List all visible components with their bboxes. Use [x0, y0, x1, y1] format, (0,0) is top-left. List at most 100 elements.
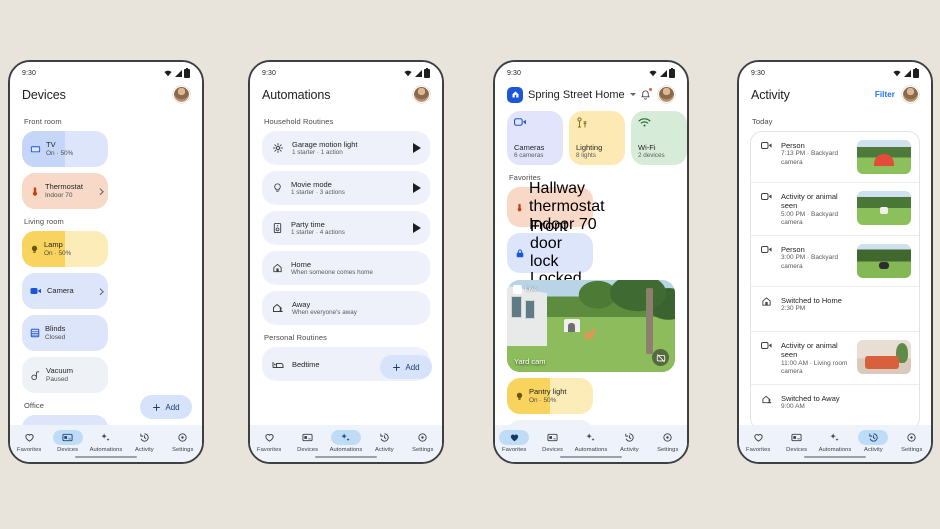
sidebar-item-favorites[interactable]: Favorites [251, 430, 287, 453]
camera-icon [760, 140, 773, 150]
category-card-lighting[interactable]: Lighting 8 lights [569, 111, 625, 165]
sidebar-item-devices[interactable]: Devices [50, 430, 86, 453]
device-tile-smart-plug[interactable]: Smart plug On [22, 415, 108, 425]
status-clock: 9:30 [507, 69, 522, 77]
activity-row[interactable]: Switched to Away 9:00 AM [751, 385, 919, 425]
gear-icon [653, 430, 683, 445]
device-tile-camera[interactable]: Camera [22, 273, 108, 309]
avatar[interactable] [173, 86, 190, 103]
home-selector[interactable]: Spring Street Home [507, 86, 636, 103]
nav-label-automations: Automations [574, 447, 608, 453]
play-icon[interactable] [413, 143, 421, 153]
heart-icon [254, 430, 284, 445]
sidebar-item-devices[interactable]: Devices [535, 430, 571, 453]
activity-text: Activity or animal seen 5:00 PM · Backya… [781, 192, 839, 226]
avatar[interactable] [658, 86, 675, 103]
avatar[interactable] [413, 86, 430, 103]
automation-row-movie-mode[interactable]: Movie mode 1 starter · 3 actions [262, 171, 430, 205]
activity-text: Person 7:13 PM · Backyard camera [781, 141, 839, 166]
sidebar-item-devices[interactable]: Devices [290, 430, 326, 453]
add-automation-button[interactable]: Add [380, 355, 432, 379]
camera-icon [514, 117, 556, 127]
lock-icon [515, 248, 525, 259]
notification-dot [648, 87, 652, 91]
screen-favorites: 9:30 Spring Street Home Cameras 6 camera… [495, 62, 687, 462]
automations-scroll-body[interactable]: Household Routines Garage motion light 1… [250, 109, 442, 425]
device-tile-movie-mode[interactable]: Movie mode [507, 420, 593, 425]
sidebar-item-activity[interactable]: Activity [366, 430, 402, 453]
sidebar-item-favorites[interactable]: Favorites [740, 430, 776, 453]
activity-row[interactable]: Person 7:13 PM · Backyard camera [751, 132, 919, 183]
nav-label-automations: Automations [329, 447, 363, 453]
automation-row-party-time[interactable]: Party time 1 starter · 4 actions [262, 211, 430, 245]
tv-tile-text: TV On · 50% [46, 140, 74, 157]
sidebar-item-favorites[interactable]: Favorites [496, 430, 532, 453]
app-bar-automations: Automations [250, 82, 442, 109]
activity-row[interactable]: Activity or animal seen 5:00 PM · Backya… [751, 183, 919, 236]
activity-thumbnail[interactable] [857, 244, 911, 278]
sidebar-item-activity[interactable]: Activity [126, 430, 162, 453]
sidebar-item-automations[interactable]: Automations [817, 430, 853, 453]
sidebar-item-settings[interactable]: Settings [405, 430, 441, 453]
wifi-icon [164, 70, 172, 76]
device-tile-pantry-light[interactable]: Pantry light On · 50% [507, 378, 593, 414]
sparkle-icon [820, 430, 850, 445]
sidebar-item-automations[interactable]: Automations [328, 430, 364, 453]
sidebar-item-activity[interactable]: Activity [855, 430, 891, 453]
device-tile-tv[interactable]: TV On · 50% [22, 131, 108, 167]
device-tile-blinds-living[interactable]: Blinds Closed [22, 315, 108, 351]
automation-row-home[interactable]: Home When someone comes home [262, 251, 430, 285]
favorite-tile-front-door-lock[interactable]: Front door lock Locked [507, 218, 593, 287]
automation-row-away[interactable]: Away When everyone's away [262, 291, 430, 325]
device-tile-thermostat[interactable]: Thermostat Indoor 70 [22, 173, 108, 209]
filter-button[interactable]: Filter [875, 90, 895, 99]
category-card-wifi[interactable]: Wi-Fi 2 devices [631, 111, 687, 165]
automation-text: Movie mode 1 starter · 3 actions [291, 179, 345, 196]
sidebar-item-settings[interactable]: Settings [650, 430, 686, 453]
devices-scroll-body[interactable]: Front room TV On · 50% Thermostat Indoor… [10, 109, 202, 425]
history-icon [129, 430, 159, 445]
camera-live-card[interactable]: Live Yard cam [507, 280, 675, 372]
activity-row[interactable]: Activity or animal seen 11:00 AM · Livin… [751, 332, 919, 385]
history-icon [614, 430, 644, 445]
play-icon[interactable] [413, 223, 421, 233]
sidebar-item-activity[interactable]: Activity [611, 430, 647, 453]
vacuum-icon [30, 370, 41, 381]
activity-row[interactable]: Switched to Home 2:30 PM [751, 287, 919, 332]
activity-thumbnail[interactable] [857, 340, 911, 374]
device-tile-vacuum[interactable]: Vacuum Paused [22, 357, 108, 393]
nav-label-devices: Devices [786, 447, 808, 453]
screenshot-stage: 9:30 Devices Front room TV On · 50% Ther… [0, 0, 940, 529]
sidebar-item-favorites[interactable]: Favorites [11, 430, 47, 453]
add-device-button[interactable]: Add [140, 395, 192, 419]
sidebar-item-settings[interactable]: Settings [894, 430, 930, 453]
automation-row-garage-motion-light[interactable]: Garage motion light 1 starter · 1 action [262, 131, 430, 165]
plus-icon [153, 403, 161, 411]
sidebar-item-automations[interactable]: Automations [88, 430, 124, 453]
sidebar-item-automations[interactable]: Automations [573, 430, 609, 453]
devices-icon [782, 430, 812, 445]
activity-scroll-body[interactable]: Today Person 7:13 PM · Backyard camera A… [739, 109, 931, 425]
nav-label-settings: Settings [172, 447, 194, 453]
sidebar-item-devices[interactable]: Devices [779, 430, 815, 453]
activity-thumbnail[interactable] [857, 191, 911, 225]
tile-grid-front-room: TV On · 50% Thermostat Indoor 70 [22, 131, 190, 209]
bell-icon[interactable] [640, 87, 652, 101]
category-card-cameras[interactable]: Cameras 6 cameras [507, 111, 563, 165]
home-icon [760, 295, 773, 307]
avatar[interactable] [902, 86, 919, 103]
wifi-icon [404, 70, 412, 76]
sidebar-item-settings[interactable]: Settings [165, 430, 201, 453]
add-device-label: Add [165, 402, 180, 412]
play-icon[interactable] [413, 183, 421, 193]
nav-label-settings: Settings [901, 447, 923, 453]
favorites-scroll-body[interactable]: Cameras 6 cameras Lighting 8 lights Wi-F… [495, 109, 687, 425]
activity-row[interactable]: Person 3:00 PM · Backyard camera [751, 236, 919, 287]
away-icon [272, 302, 284, 314]
activity-text: Switched to Home 2:30 PM [781, 296, 842, 313]
device-tile-lamp-living[interactable]: Lamp On · 50% [22, 231, 108, 267]
mic-off-icon[interactable] [652, 349, 669, 366]
section-label-living-room: Living room [24, 217, 64, 226]
activity-thumbnail[interactable] [857, 140, 911, 174]
nav-label-devices: Devices [57, 447, 79, 453]
